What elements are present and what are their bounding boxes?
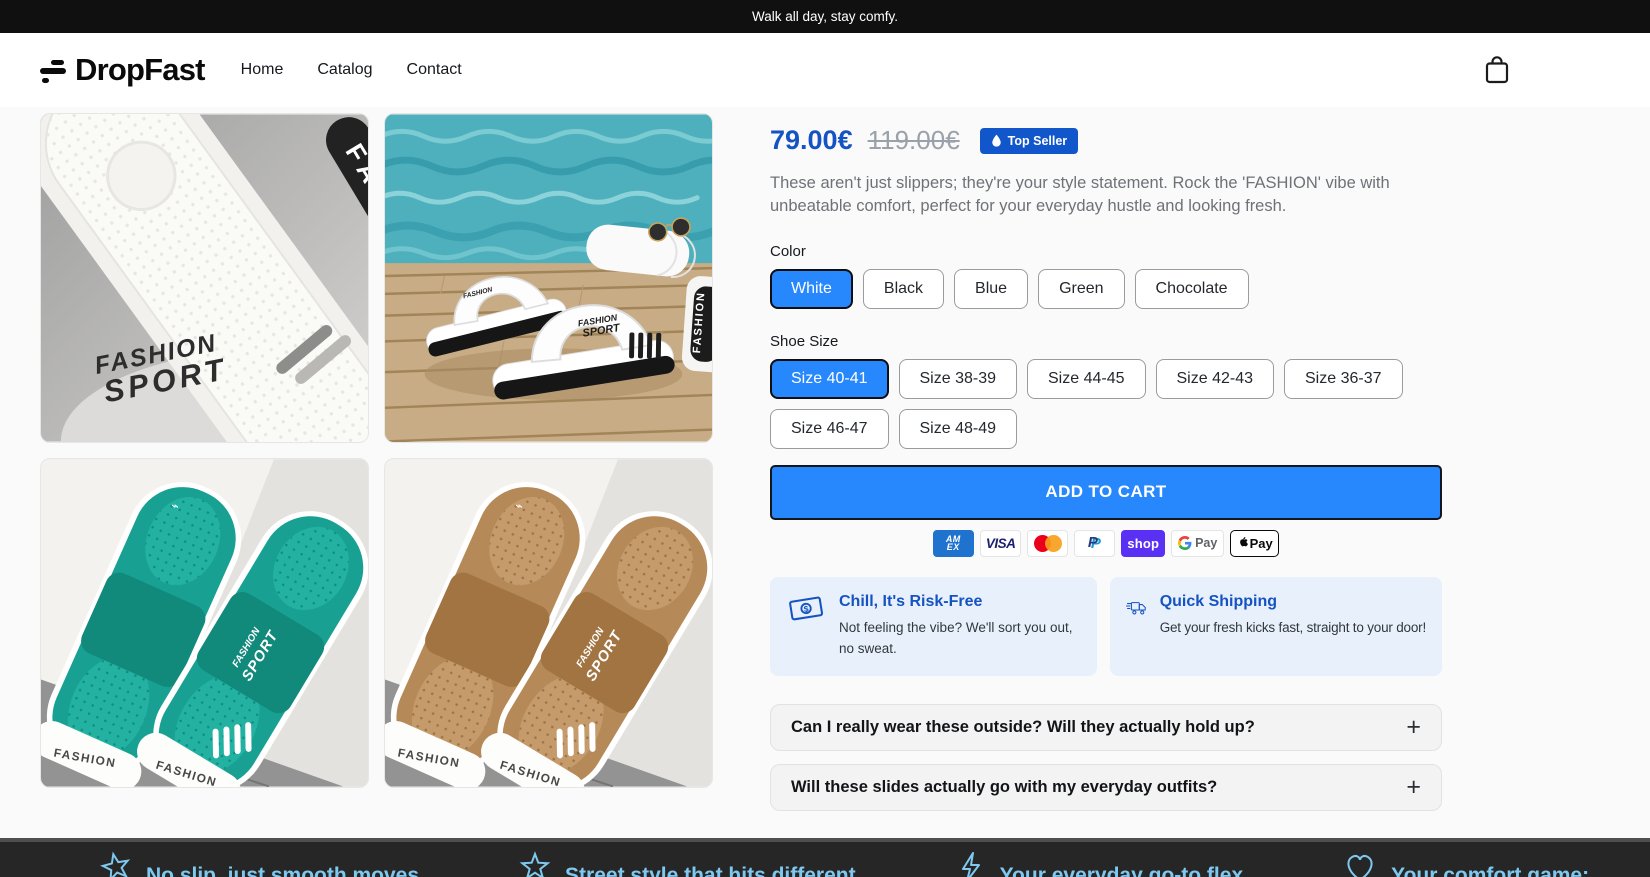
add-to-cart-button[interactable]: ADD TO CART xyxy=(770,464,1442,520)
delivery-truck-icon xyxy=(1126,601,1146,615)
logo-mark-icon xyxy=(40,55,66,85)
product-image-white-closeup[interactable]: FASHION FASHION SPORT xyxy=(40,113,369,443)
header: DropFast Home Catalog Contact xyxy=(0,33,1650,107)
quick-shipping-body: Get your fresh kicks fast, straight to y… xyxy=(1159,619,1427,635)
shopping-bag-icon xyxy=(1485,56,1509,84)
nav-home[interactable]: Home xyxy=(241,61,284,79)
faq-item-style[interactable]: Will these slides actually go with my ev… xyxy=(770,763,1442,811)
heart-icon xyxy=(1347,854,1373,877)
product-details: 79.00€ 119.00€ Top Seller These aren't j… xyxy=(770,113,1442,811)
sparkle-star-icon xyxy=(100,851,131,877)
apple-pay-icon: Pay xyxy=(1230,529,1280,557)
risk-free-body: Not feeling the vibe? We'll sort you out… xyxy=(839,619,1073,656)
cart-button[interactable] xyxy=(1484,55,1510,85)
quick-shipping-card: Quick Shipping Get your fresh kicks fast… xyxy=(1110,576,1442,676)
color-swatch-black[interactable]: Black xyxy=(862,268,945,309)
footer-item-no-slip: No slip, just smooth moves xyxy=(100,851,419,877)
size-swatch-46-47[interactable]: Size 46-47 xyxy=(770,408,889,449)
color-swatch-green[interactable]: Green xyxy=(1038,268,1125,309)
color-swatches: White Black Blue Green Chocolate xyxy=(770,268,1410,309)
footer-item-comfort-game: Your comfort game: xyxy=(1343,851,1589,877)
footer-item-everyday-flex: Your everyday go-to flex xyxy=(956,851,1243,877)
paypal-icon: PP xyxy=(1074,529,1116,557)
amex-icon: AM EX xyxy=(932,529,974,557)
google-g-icon xyxy=(1178,536,1192,551)
info-cards: $ Chill, It's Risk-Free Not feeling the … xyxy=(770,576,1442,676)
color-option-label: Color xyxy=(770,242,806,260)
size-swatch-40-41[interactable]: Size 40-41 xyxy=(770,358,889,399)
size-swatches: Size 40-41 Size 38-39 Size 44-45 Size 42… xyxy=(770,358,1410,449)
flame-icon xyxy=(991,134,1001,147)
risk-free-title: Chill, It's Risk-Free xyxy=(839,592,983,610)
price: 79.00€ xyxy=(770,125,853,155)
size-swatch-44-45[interactable]: Size 44-45 xyxy=(1027,358,1146,399)
color-swatch-white[interactable]: White xyxy=(770,268,853,309)
product-gallery: FASHION FASHION SPORT xyxy=(40,113,713,811)
product-description: These aren't just slippers; they're your… xyxy=(770,174,1390,216)
plus-icon[interactable]: + xyxy=(1406,774,1421,800)
announcement-bar: Walk all day, stay comfy. xyxy=(0,0,1650,33)
color-swatch-chocolate[interactable]: Chocolate xyxy=(1134,268,1249,309)
mastercard-icon xyxy=(1027,529,1069,557)
star-icon xyxy=(519,851,551,877)
plus-icon[interactable]: + xyxy=(1406,714,1421,740)
nav-catalog[interactable]: Catalog xyxy=(317,61,372,79)
top-seller-badge: Top Seller xyxy=(979,127,1079,154)
price-row: 79.00€ 119.00€ Top Seller xyxy=(770,125,1442,156)
money-bill-icon: $ xyxy=(789,596,824,621)
shop-pay-icon: shop xyxy=(1121,529,1166,557)
size-swatch-38-39[interactable]: Size 38-39 xyxy=(898,358,1017,399)
main-nav: Home Catalog Contact xyxy=(241,61,462,79)
size-swatch-36-37[interactable]: Size 36-37 xyxy=(1284,358,1403,399)
product-image-brown-pair[interactable]: ⌁ FASHION FASHION SPORT FASHION xyxy=(384,458,713,788)
size-option-label: Shoe Size xyxy=(770,332,839,350)
faq-list: Can I really wear these outside? Will th… xyxy=(770,703,1442,811)
footer-item-street-style: Street style that hits different xyxy=(519,851,856,877)
apple-icon xyxy=(1239,536,1248,547)
color-swatch-blue[interactable]: Blue xyxy=(954,268,1029,309)
product-image-teal-pair[interactable]: ⌁ FASHION FASHION SPORT FASHION xyxy=(40,458,369,788)
product-image-poolside[interactable]: FASHION FASHION SPORT FASHION xyxy=(384,113,713,443)
size-swatch-48-49[interactable]: Size 48-49 xyxy=(898,408,1017,449)
announcement-text: Walk all day, stay comfy. xyxy=(751,9,899,24)
faq-item-durability[interactable]: Can I really wear these outside? Will th… xyxy=(770,703,1442,751)
quick-shipping-title: Quick Shipping xyxy=(1159,592,1278,610)
nav-contact[interactable]: Contact xyxy=(407,61,462,79)
logo-text: DropFast xyxy=(75,52,205,87)
lightning-icon xyxy=(961,852,980,877)
risk-free-card: $ Chill, It's Risk-Free Not feeling the … xyxy=(770,576,1097,676)
google-pay-icon: Pay xyxy=(1171,529,1225,557)
product-page: FASHION FASHION SPORT xyxy=(0,107,1650,811)
footer-marquee: No slip, just smooth moves Street style … xyxy=(0,838,1650,877)
size-swatch-42-43[interactable]: Size 42-43 xyxy=(1155,358,1274,399)
payment-methods: AM EX VISA PP shop Pay Pay xyxy=(770,529,1442,557)
compare-at-price: 119.00€ xyxy=(867,125,960,155)
visa-icon: VISA xyxy=(979,529,1022,557)
logo[interactable]: DropFast xyxy=(40,52,205,88)
badge-label: Top Seller xyxy=(1007,133,1068,148)
